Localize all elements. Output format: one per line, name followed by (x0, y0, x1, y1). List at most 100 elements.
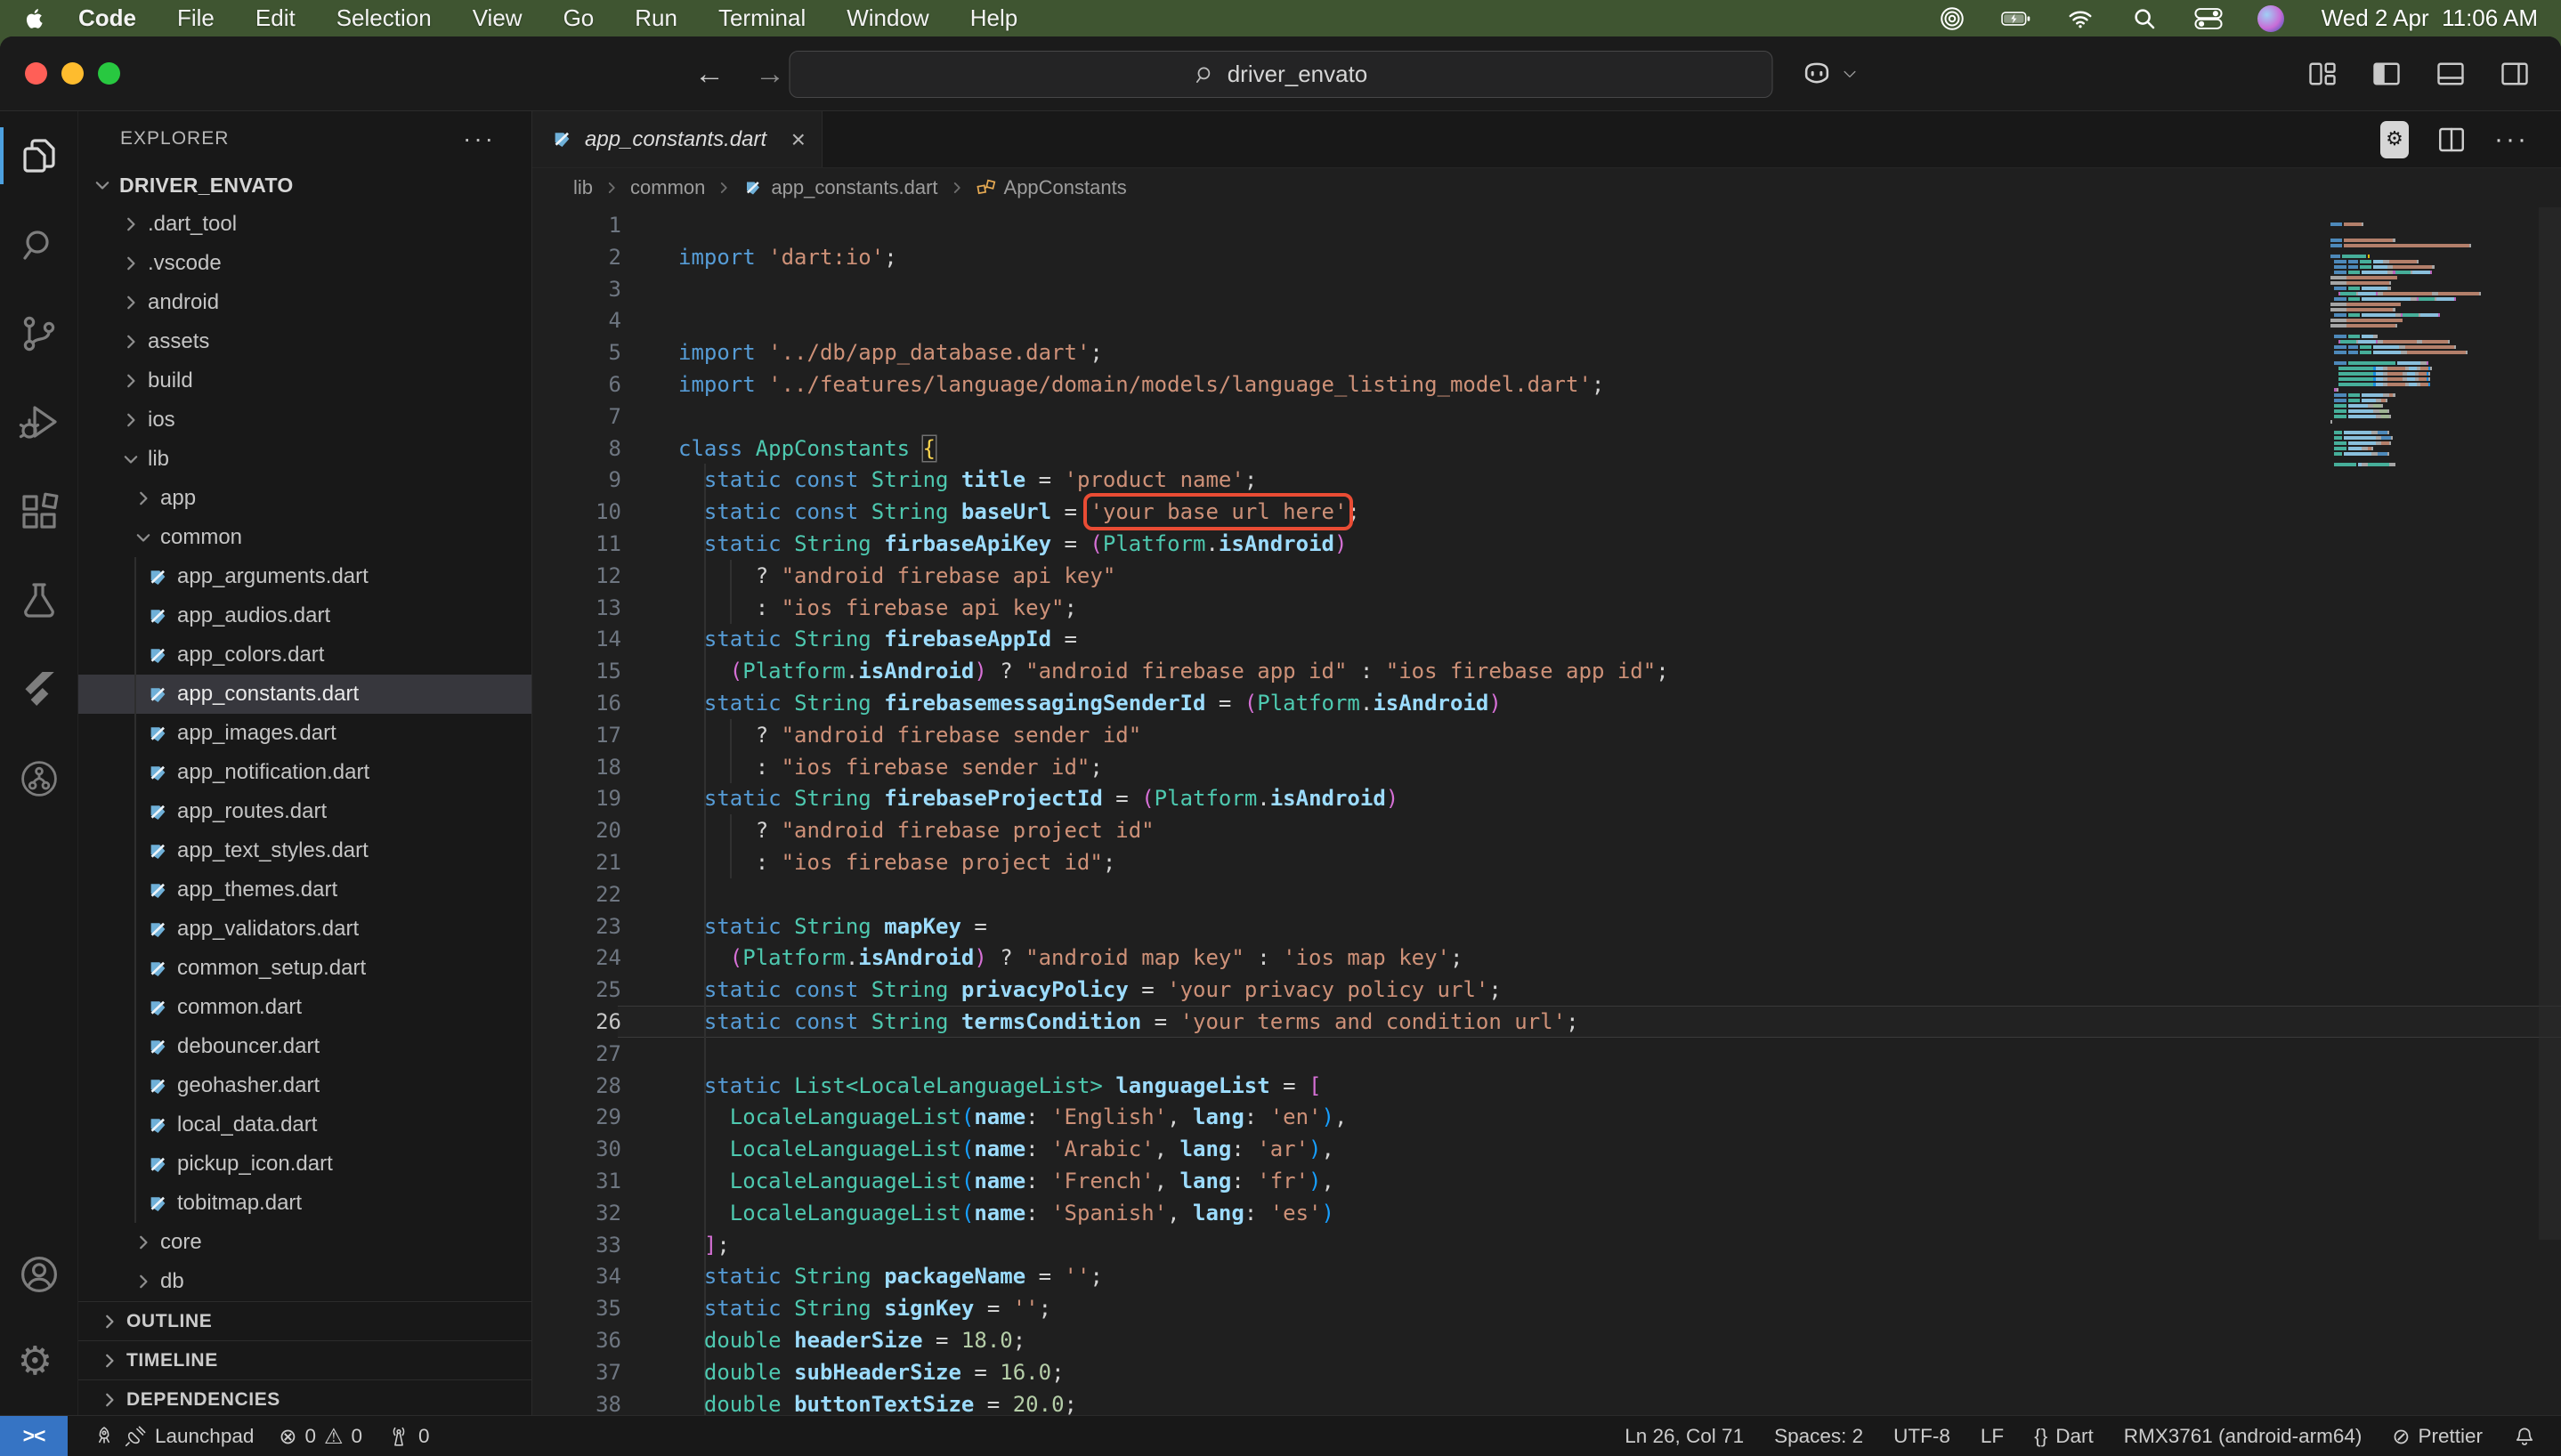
battery-icon[interactable] (2001, 5, 2031, 32)
menu-window[interactable]: Window (847, 4, 928, 32)
tree-item-app[interactable]: app (78, 479, 531, 518)
section-timeline[interactable]: TIMELINE (78, 1340, 531, 1379)
remote-indicator[interactable]: >< (0, 1416, 68, 1456)
scrollbar[interactable] (2539, 207, 2561, 1240)
menu-selection[interactable]: Selection (336, 4, 432, 32)
breadcrumb-common[interactable]: common (630, 176, 705, 199)
tree-item-build[interactable]: build (78, 361, 531, 400)
split-editor-icon[interactable] (2435, 124, 2468, 156)
tree-item-common.dart[interactable]: common.dart (78, 988, 531, 1027)
code-line-21[interactable]: : "ios firebase project id"; (678, 846, 2294, 878)
code-line-1[interactable] (678, 209, 2294, 241)
code-line-32[interactable]: LocaleLanguageList(name: 'Spanish', lang… (678, 1197, 2294, 1229)
menu-terminal[interactable]: Terminal (718, 4, 806, 32)
tree-item-common_setup.dart[interactable]: common_setup.dart (78, 949, 531, 988)
menu-bar-clock[interactable]: Wed 2 Apr 11:06 AM (2322, 4, 2538, 32)
code-line-20[interactable]: ? "android firebase project id" (678, 814, 2294, 846)
status-line-col[interactable]: Ln 26, Col 71 (1625, 1425, 1744, 1448)
tree-item-geohasher.dart[interactable]: geohasher.dart (78, 1066, 531, 1105)
toggle-panel-icon[interactable] (2435, 58, 2467, 90)
status-launchpad[interactable]: Launchpad (93, 1425, 254, 1448)
toggle-secondary-sidebar-icon[interactable] (2499, 58, 2531, 90)
breadcrumb-app_constants.dart[interactable]: app_constants.dart (742, 176, 937, 199)
menu-run[interactable]: Run (635, 4, 677, 32)
tree-item-common[interactable]: common (78, 518, 531, 557)
tree-item-app_images.dart[interactable]: app_images.dart (78, 714, 531, 753)
code-line-13[interactable]: : "ios firebase api key"; (678, 592, 2294, 624)
minimize-window-button[interactable] (61, 62, 84, 85)
section-outline[interactable]: OUTLINE (78, 1301, 531, 1340)
screen-mirroring-icon[interactable] (1937, 5, 1967, 32)
siri-icon[interactable] (2257, 5, 2288, 32)
tree-item-app_themes.dart[interactable]: app_themes.dart (78, 870, 531, 910)
tree-item-app_audios.dart[interactable]: app_audios.dart (78, 596, 531, 635)
status-language[interactable]: {} Dart (2034, 1425, 2094, 1448)
tree-item-app_routes.dart[interactable]: app_routes.dart (78, 792, 531, 831)
code-line-5[interactable]: import '../db/app_database.dart'; (678, 336, 2294, 368)
code-line-16[interactable]: static String firebasemessagingSenderId … (678, 687, 2294, 719)
menu-edit[interactable]: Edit (255, 4, 296, 32)
command-center-search[interactable]: driver_envato (789, 51, 1772, 98)
apple-icon[interactable] (23, 5, 46, 32)
menu-go[interactable]: Go (563, 4, 595, 32)
activity-run-debug-icon[interactable] (0, 378, 78, 467)
toggle-sidebar-icon[interactable] (2371, 58, 2403, 90)
zoom-window-button[interactable] (98, 62, 120, 85)
tree-item-app_notification.dart[interactable]: app_notification.dart (78, 753, 531, 792)
code-line-4[interactable] (678, 304, 2294, 336)
tree-item-tobitmap.dart[interactable]: tobitmap.dart (78, 1184, 531, 1223)
status-ports[interactable]: 0 (387, 1425, 430, 1448)
section-dependencies[interactable]: DEPENDENCIES (78, 1379, 531, 1415)
menu-help[interactable]: Help (970, 4, 1017, 32)
customize-layout-icon[interactable] (2306, 58, 2338, 90)
code-line-26[interactable]: static const String termsCondition = 'yo… (678, 1006, 2294, 1038)
code-line-33[interactable]: ]; (678, 1229, 2294, 1261)
status-problems[interactable]: ⊗ 0 ⚠ 0 (279, 1425, 362, 1448)
tree-item-pickup_icon.dart[interactable]: pickup_icon.dart (78, 1145, 531, 1184)
tree-item-assets[interactable]: assets (78, 322, 531, 361)
tree-item-debouncer.dart[interactable]: debouncer.dart (78, 1027, 531, 1066)
code-line-23[interactable]: static String mapKey = (678, 910, 2294, 942)
activity-project-icon[interactable] (0, 734, 78, 823)
code-line-9[interactable]: static const String title = 'product nam… (678, 464, 2294, 496)
code-line-37[interactable]: double subHeaderSize = 16.0; (678, 1356, 2294, 1388)
code-line-34[interactable]: static String packageName = ''; (678, 1260, 2294, 1292)
status-eol[interactable]: LF (1981, 1425, 2004, 1448)
activity-settings-gear-icon[interactable]: ⚙ (0, 1319, 78, 1408)
status-notifications[interactable] (2513, 1425, 2536, 1448)
code-line-19[interactable]: static String firebaseProjectId = (Platf… (678, 782, 2294, 814)
code-line-30[interactable]: LocaleLanguageList(name: 'Arabic', lang:… (678, 1133, 2294, 1165)
tree-item-app_text_styles.dart[interactable]: app_text_styles.dart (78, 831, 531, 870)
spotlight-icon[interactable] (2129, 5, 2160, 32)
menu-code[interactable]: Code (78, 4, 136, 32)
code-line-3[interactable] (678, 273, 2294, 305)
wifi-icon[interactable] (2065, 5, 2095, 32)
close-tab-icon[interactable]: × (791, 127, 806, 152)
tree-item-lib[interactable]: lib (78, 440, 531, 479)
code-line-14[interactable]: static String firebaseAppId = (678, 623, 2294, 655)
code-line-24[interactable]: (Platform.isAndroid) ? "android map key"… (678, 942, 2294, 974)
tab-app-constants[interactable]: app_constants.dart × (532, 111, 823, 167)
breadcrumb-lib[interactable]: lib (573, 176, 593, 199)
activity-extensions-icon[interactable] (0, 467, 78, 556)
code-line-12[interactable]: ? "android firebase api key" (678, 560, 2294, 592)
activity-source-control-icon[interactable] (0, 289, 78, 378)
tree-item-core[interactable]: core (78, 1223, 531, 1262)
code-line-15[interactable]: (Platform.isAndroid) ? "android firebase… (678, 655, 2294, 687)
activity-accounts-icon[interactable] (0, 1230, 78, 1319)
code-line-25[interactable]: static const String privacyPolicy = 'you… (678, 974, 2294, 1006)
status-encoding[interactable]: UTF-8 (1893, 1425, 1950, 1448)
copilot-menu[interactable] (1800, 36, 1859, 111)
tree-item-android[interactable]: android (78, 283, 531, 322)
tree-item-db[interactable]: db (78, 1262, 531, 1301)
code-line-36[interactable]: double headerSize = 18.0; (678, 1324, 2294, 1356)
code-line-17[interactable]: ? "android firebase sender id" (678, 719, 2294, 751)
code-line-7[interactable] (678, 400, 2294, 433)
code-line-28[interactable]: static List<LocaleLanguageList> language… (678, 1070, 2294, 1102)
code-line-29[interactable]: LocaleLanguageList(name: 'English', lang… (678, 1101, 2294, 1133)
code-line-11[interactable]: static String firbaseApiKey = (Platform.… (678, 528, 2294, 560)
activity-flutter-icon[interactable] (0, 645, 78, 734)
tree-item-app_colors.dart[interactable]: app_colors.dart (78, 635, 531, 675)
code-line-18[interactable]: : "ios firebase sender id"; (678, 751, 2294, 783)
tree-item-.vscode[interactable]: .vscode (78, 244, 531, 283)
